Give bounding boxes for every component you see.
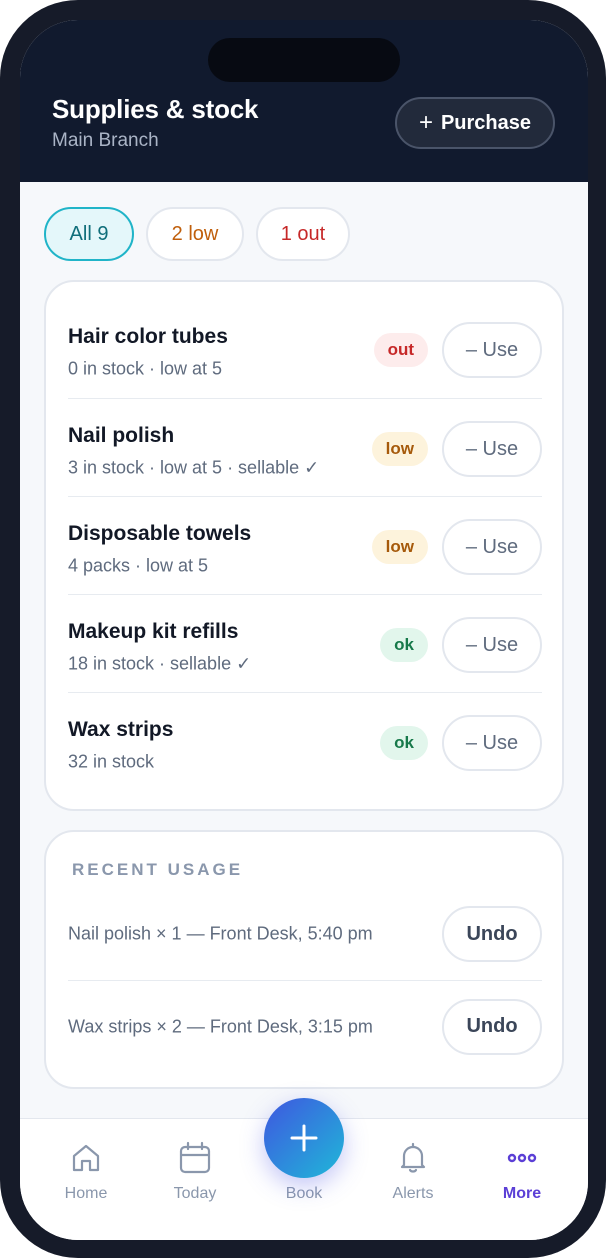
filter-chip-low[interactable]: 2 low bbox=[146, 207, 244, 261]
status-badge: ok bbox=[380, 726, 428, 760]
filter-chip-out[interactable]: 1 out bbox=[256, 207, 350, 261]
item-meta: 4 packs · low at 5 bbox=[68, 555, 209, 576]
more-dots-icon bbox=[507, 1153, 537, 1163]
nav-label: Alerts bbox=[392, 1185, 434, 1202]
plus-icon: + bbox=[418, 109, 433, 136]
filter-chip-all[interactable]: All 9 bbox=[44, 207, 134, 261]
purchase-label: Purchase bbox=[440, 111, 532, 134]
plus-icon bbox=[290, 1124, 318, 1152]
item-meta: 3 in stock · low at 5 · sellable ✓ bbox=[68, 457, 320, 478]
app-screen: Supplies & stock Main Branch + Purchase … bbox=[20, 20, 588, 1240]
status-badge: low bbox=[371, 530, 428, 564]
status-badge: low bbox=[371, 432, 428, 466]
use-button[interactable]: – Use bbox=[442, 421, 542, 477]
nav-item-today[interactable]: Today bbox=[147, 1141, 243, 1211]
recent-usage-card: RECENT USAGE Nail polish × 1 — Front Des… bbox=[44, 830, 564, 1089]
item-name: Hair color tubes bbox=[68, 325, 228, 348]
item-meta: 0 in stock · low at 5 bbox=[68, 358, 223, 379]
nav-label: Book bbox=[285, 1185, 323, 1202]
home-icon bbox=[72, 1144, 100, 1172]
list-item: Nail polish 3 in stock · low at 5 · sell… bbox=[68, 398, 542, 496]
undo-button[interactable]: Undo bbox=[442, 998, 542, 1055]
list-item: Makeup kit refills 18 in stock · sellabl… bbox=[68, 594, 542, 692]
usage-text: Wax strips × 2 — Front Desk, 3:15 pm bbox=[68, 1016, 373, 1036]
list-item: Hair color tubes 0 in stock · low at 5 o… bbox=[68, 300, 542, 398]
nav-item-home[interactable]: Home bbox=[38, 1141, 134, 1211]
use-button[interactable]: – Use bbox=[442, 715, 542, 771]
use-button[interactable]: – Use bbox=[442, 322, 542, 378]
item-name: Makeup kit refills bbox=[68, 620, 239, 643]
nav-label: Today bbox=[173, 1185, 217, 1202]
app-header: Supplies & stock Main Branch + Purchase bbox=[20, 20, 588, 182]
dynamic-island bbox=[208, 38, 400, 82]
item-meta: 32 in stock bbox=[68, 751, 155, 772]
usage-text: Nail polish × 1 — Front Desk, 5:40 pm bbox=[68, 923, 373, 944]
page-title: Supplies & stock bbox=[52, 94, 259, 124]
item-name: Disposable towels bbox=[68, 522, 252, 545]
phone-frame: Supplies & stock Main Branch + Purchase … bbox=[0, 0, 606, 1258]
status-badge: ok bbox=[380, 628, 428, 662]
nav-label: Home bbox=[64, 1185, 108, 1202]
branch-subtitle: Main Branch bbox=[52, 130, 159, 151]
item-meta: 18 in stock · sellable ✓ bbox=[68, 653, 252, 674]
list-item: Wax strips 32 in stock ok – Use bbox=[68, 692, 542, 790]
recent-usage-heading: RECENT USAGE bbox=[72, 860, 244, 879]
status-badge: out bbox=[373, 333, 428, 367]
use-button[interactable]: – Use bbox=[442, 617, 542, 673]
nav-item-alerts[interactable]: Alerts bbox=[365, 1141, 461, 1211]
nav-label: More bbox=[502, 1185, 542, 1202]
purchase-button[interactable]: + Purchase bbox=[395, 97, 555, 149]
undo-button[interactable]: Undo bbox=[442, 906, 542, 962]
usage-entry: Nail polish × 1 — Front Desk, 5:40 pm Un… bbox=[68, 888, 542, 980]
use-button[interactable]: – Use bbox=[442, 519, 542, 575]
item-name: Wax strips bbox=[68, 718, 174, 741]
nav-item-more[interactable]: More bbox=[474, 1141, 570, 1211]
usage-entry: Wax strips × 2 — Front Desk, 3:15 pm Und… bbox=[68, 980, 542, 1072]
list-item: Disposable towels 4 packs · low at 5 low… bbox=[68, 496, 542, 594]
item-name: Nail polish bbox=[68, 424, 175, 447]
book-fab-button[interactable] bbox=[264, 1098, 344, 1178]
bell-icon bbox=[400, 1142, 426, 1173]
supplies-list-card: Hair color tubes 0 in stock · low at 5 o… bbox=[44, 280, 564, 811]
calendar-icon bbox=[179, 1141, 211, 1174]
